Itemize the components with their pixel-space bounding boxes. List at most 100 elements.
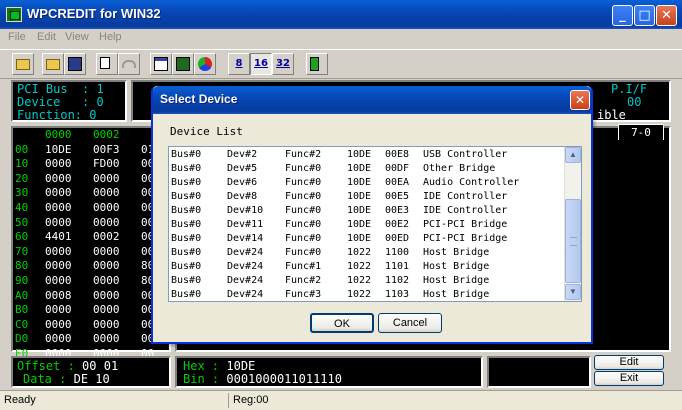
device-list-item[interactable]: Bus#0 Dev#5 Func#0 10DE 00DF Other Bridge [171,162,561,176]
menu-help[interactable]: Help [99,31,122,43]
menu-view[interactable]: View [65,31,89,43]
grid-cell[interactable]: 0000 [93,318,120,333]
offset-panel: Offset : 00 01 Data : DE 10 [11,356,171,388]
grid-cell[interactable]: 0000 [93,259,120,274]
grid-cell[interactable]: 0000 [93,245,120,260]
grid-cell[interactable]: FD00 [93,157,120,172]
grid-cell[interactable]: 0000 [45,216,72,231]
device-desc: PCI-PCI Bridge [423,219,508,230]
grid-cell[interactable]: 0000 [93,186,120,201]
save-button[interactable] [64,53,86,75]
grid-cell[interactable]: 0000 [45,245,72,260]
device-list-item[interactable]: Bus#0 Dev#24 Func#0 1022 1100 Host Bridge [171,246,561,260]
open-button[interactable] [12,53,34,75]
grid-cell[interactable]: 10DE [45,143,72,158]
color-button[interactable] [194,53,216,75]
grid-offset: 20 [15,171,29,185]
ok-button[interactable]: OK [310,313,374,333]
grid-cell[interactable]: 0000 [93,172,120,187]
device-bus: Bus#0 [171,289,202,300]
grid-cell[interactable]: 0000 [45,303,72,318]
grid-cell[interactable]: 0000 [93,201,120,216]
grid-cell[interactable]: 0000 [93,216,120,231]
grid-cell[interactable]: 00F3 [93,143,120,158]
grid-cell[interactable]: 0000 [45,318,72,333]
grid-cell[interactable]: 0000 [93,332,120,347]
device-list-item[interactable]: Bus#0 Dev#14 Func#0 10DE 00ED PCI-PCI Bridge [171,232,561,246]
title-bar[interactable]: WPCREDIT for WIN32 _ □ ✕ [0,0,682,29]
grid-offset: C0 [15,317,29,331]
open-file-button[interactable] [42,53,64,75]
register-grid[interactable]: 0000 0002 00 10DE 00F3 01 10 0000 FD00 00 20 0000… [11,126,171,375]
device-bus: Bus#0 [171,219,202,230]
device-dev: Dev#24 [227,261,264,272]
chip-button[interactable] [172,53,194,75]
device-list-item[interactable]: Bus#0 Dev#10 Func#0 10DE 00E3 IDE Controller [171,204,561,218]
grid-cell[interactable]: 4401 [45,230,72,245]
exit-toolbar-button[interactable] [306,53,328,75]
device-list-item[interactable]: Bus#0 Dev#24 Func#2 1022 1102 Host Bridge [171,274,561,288]
device-list-item[interactable]: Bus#0 Dev#11 Func#0 10DE 00E2 PCI-PCI Bridge [171,218,561,232]
device-func: Func#3 [285,289,322,300]
register-tab-7-0[interactable]: 7-0 [618,124,664,140]
device-list-scrollbar[interactable]: ▲ ▼ [564,147,581,301]
properties-icon [154,57,168,71]
grid-offset: 90 [15,274,29,287]
grid-offset: 30 [15,186,29,200]
device-bus: Bus#0 [171,261,202,272]
grid-cell[interactable]: 0000 [45,274,72,289]
cancel-button[interactable]: Cancel [378,313,442,333]
device-bus: Bus#0 [171,149,202,160]
properties-button[interactable] [150,53,172,75]
toolbar: 8 16 32 [0,49,682,79]
app-icon[interactable] [6,7,22,22]
menu-edit[interactable]: Edit [37,31,56,43]
floppy-icon [68,57,82,71]
bin-label: Bin [183,372,205,386]
device-list-item[interactable]: Bus#0 Dev#2 Func#2 10DE 00E8 USB Controller [171,148,561,162]
grid-offset: 60 [15,230,29,244]
device-device: 1100 [385,247,410,258]
pif-value: 00 [627,95,642,109]
grid-header-1: 0002 [93,128,120,141]
exit-button[interactable]: Exit [594,371,664,386]
scroll-up-icon[interactable]: ▲ [565,147,581,163]
device-list-item[interactable]: Bus#0 Dev#24 Func#1 1022 1101 Host Bridge [171,260,561,274]
data-value: DE 10 [73,372,110,386]
menu-file[interactable]: File [8,31,26,43]
device-list-item[interactable]: Bus#0 Dev#24 Func#3 1022 1103 Host Bridge [171,288,561,301]
scroll-down-icon[interactable]: ▼ [565,284,581,300]
grid-cell[interactable]: 0000 [45,332,72,347]
grid-cell[interactable]: 0002 [93,230,120,245]
dialog-close-icon[interactable]: ✕ [570,90,590,110]
copy-button[interactable] [96,53,118,75]
dialog-title-bar[interactable]: Select Device ✕ [153,86,591,114]
status-reg: Reg:00 [228,393,268,408]
device-list-item[interactable]: Bus#0 Dev#6 Func#0 10DE 00EA Audio Controller [171,176,561,190]
mode-16bit-button[interactable]: 16 [250,53,272,75]
minimize-icon[interactable]: _ [612,5,633,26]
undo-button[interactable] [118,53,140,75]
edit-button[interactable]: Edit [594,355,664,370]
scroll-thumb[interactable] [565,199,581,283]
grid-cell[interactable]: 0000 [93,289,120,304]
maximize-icon[interactable]: □ [634,5,655,26]
device-device: 00EA [385,177,410,188]
device-dev: Dev#14 [227,233,264,244]
grid-cell[interactable]: 0000 [93,274,120,289]
grid-cell[interactable]: 0000 [45,201,72,216]
grid-cell[interactable]: 0000 [93,303,120,318]
grid-cell[interactable]: 0000 [45,186,72,201]
device-list-item[interactable]: Bus#0 Dev#8 Func#0 10DE 00E5 IDE Controller [171,190,561,204]
mode-32bit-button[interactable]: 32 [272,53,294,75]
mode-8bit-button[interactable]: 8 [228,53,250,75]
device-dev: Dev#2 [227,149,258,160]
device-bus: Bus#0 [171,177,202,188]
grid-cell[interactable]: 0000 [45,259,72,274]
device-dev: Dev#8 [227,191,258,202]
grid-cell[interactable]: 0008 [45,289,72,304]
device-list[interactable]: Bus#0 Dev#2 Func#2 10DE 00E8 USB Controller Bu… [168,146,582,302]
grid-cell[interactable]: 0000 [45,157,72,172]
close-icon[interactable]: ✕ [656,5,677,26]
grid-cell[interactable]: 0000 [45,172,72,187]
